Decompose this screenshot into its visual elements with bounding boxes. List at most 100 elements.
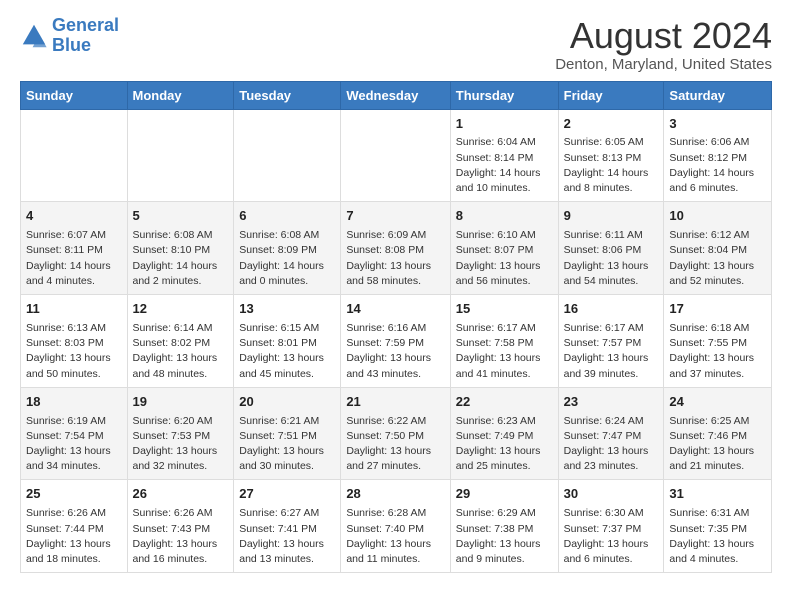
day-number: 16 <box>564 300 659 319</box>
day-info: Sunrise: 6:26 AMSunset: 7:44 PMDaylight:… <box>26 506 122 567</box>
calendar-cell: 17Sunrise: 6:18 AMSunset: 7:55 PMDayligh… <box>664 295 772 388</box>
day-number: 15 <box>456 300 553 319</box>
day-number: 1 <box>456 115 553 134</box>
calendar-cell: 6Sunrise: 6:08 AMSunset: 8:09 PMDaylight… <box>234 202 341 295</box>
calendar-cell: 15Sunrise: 6:17 AMSunset: 7:58 PMDayligh… <box>450 295 558 388</box>
calendar-cell: 9Sunrise: 6:11 AMSunset: 8:06 PMDaylight… <box>558 202 664 295</box>
calendar-week-1: 1Sunrise: 6:04 AMSunset: 8:14 PMDaylight… <box>21 109 772 202</box>
subtitle: Denton, Maryland, United States <box>555 56 772 73</box>
calendar-cell: 30 Sunrise: 6:30 AMSunset: 7:37 PMDayligh… <box>558 480 664 573</box>
day-info: Sunrise: 6:08 AMSunset: 8:10 PMDaylight:… <box>133 228 229 289</box>
day-info: Sunrise: 6:12 AMSunset: 8:04 PMDaylight:… <box>669 228 766 289</box>
day-info: Sunrise: 6:25 AMSunset: 7:46 PMDaylight:… <box>669 414 766 475</box>
day-number: 4 <box>26 207 122 226</box>
day-info: Sunrise: 6:06 AMSunset: 8:12 PMDaylight:… <box>669 135 766 196</box>
calendar-cell <box>341 109 450 202</box>
day-info: Sunrise: 6:21 AMSunset: 7:51 PMDaylight:… <box>239 414 335 475</box>
day-number: 27 <box>239 485 335 504</box>
day-info: Sunrise: 6:11 AMSunset: 8:06 PMDaylight:… <box>564 228 659 289</box>
calendar-cell: 8Sunrise: 6:10 AMSunset: 8:07 PMDaylight… <box>450 202 558 295</box>
day-info: Sunrise: 6:22 AMSunset: 7:50 PMDaylight:… <box>346 414 444 475</box>
calendar-header-row: SundayMondayTuesdayWednesdayThursdayFrid… <box>21 81 772 109</box>
calendar-week-5: 25 Sunrise: 6:26 AMSunset: 7:44 PMDayligh… <box>21 480 772 573</box>
calendar-header-monday: Monday <box>127 81 234 109</box>
day-info: Sunrise: 6:13 AMSunset: 8:03 PMDaylight:… <box>26 321 122 382</box>
logo-icon <box>20 22 48 50</box>
day-number: 30 <box>564 485 659 504</box>
calendar-cell: 24 Sunrise: 6:25 AMSunset: 7:46 PMDayligh… <box>664 387 772 480</box>
calendar-cell: 3Sunrise: 6:06 AMSunset: 8:12 PMDaylight… <box>664 109 772 202</box>
calendar-cell: 13 Sunrise: 6:15 AMSunset: 8:01 PMDayligh… <box>234 295 341 388</box>
day-info: Sunrise: 6:14 AMSunset: 8:02 PMDaylight:… <box>133 321 229 382</box>
day-info: Sunrise: 6:07 AMSunset: 8:11 PMDaylight:… <box>26 228 122 289</box>
day-info: Sunrise: 6:04 AMSunset: 8:14 PMDaylight:… <box>456 135 553 196</box>
calendar-cell: 26Sunrise: 6:26 AMSunset: 7:43 PMDayligh… <box>127 480 234 573</box>
calendar-cell: 7 Sunrise: 6:09 AMSunset: 8:08 PMDaylight… <box>341 202 450 295</box>
day-number: 29 <box>456 485 553 504</box>
day-number: 10 <box>669 207 766 226</box>
calendar-cell: 22 Sunrise: 6:23 AMSunset: 7:49 PMDayligh… <box>450 387 558 480</box>
calendar-cell: 25 Sunrise: 6:26 AMSunset: 7:44 PMDayligh… <box>21 480 128 573</box>
day-info: Sunrise: 6:28 AMSunset: 7:40 PMDaylight:… <box>346 506 444 567</box>
calendar-cell: 21 Sunrise: 6:22 AMSunset: 7:50 PMDayligh… <box>341 387 450 480</box>
calendar-cell: 18 Sunrise: 6:19 AMSunset: 7:54 PMDayligh… <box>21 387 128 480</box>
day-info: Sunrise: 6:09 AMSunset: 8:08 PMDaylight:… <box>346 228 444 289</box>
day-number: 22 <box>456 393 553 412</box>
day-number: 17 <box>669 300 766 319</box>
day-info: Sunrise: 6:24 AMSunset: 7:47 PMDaylight:… <box>564 414 659 475</box>
calendar-cell: 19Sunrise: 6:20 AMSunset: 7:53 PMDayligh… <box>127 387 234 480</box>
calendar-cell <box>127 109 234 202</box>
calendar-header-wednesday: Wednesday <box>341 81 450 109</box>
day-info: Sunrise: 6:29 AMSunset: 7:38 PMDaylight:… <box>456 506 553 567</box>
calendar-cell: 29 Sunrise: 6:29 AMSunset: 7:38 PMDayligh… <box>450 480 558 573</box>
calendar-cell: 20 Sunrise: 6:21 AMSunset: 7:51 PMDayligh… <box>234 387 341 480</box>
day-number: 7 <box>346 207 444 226</box>
day-info: Sunrise: 6:19 AMSunset: 7:54 PMDaylight:… <box>26 414 122 475</box>
day-number: 20 <box>239 393 335 412</box>
calendar-cell: 12 Sunrise: 6:14 AMSunset: 8:02 PMDayligh… <box>127 295 234 388</box>
day-info: Sunrise: 6:30 AMSunset: 7:37 PMDaylight:… <box>564 506 659 567</box>
calendar-header-tuesday: Tuesday <box>234 81 341 109</box>
day-number: 23 <box>564 393 659 412</box>
calendar-table: SundayMondayTuesdayWednesdayThursdayFrid… <box>20 81 772 574</box>
day-number: 3 <box>669 115 766 134</box>
page-header: General Blue August 2024 Denton, Marylan… <box>20 16 772 73</box>
day-number: 12 <box>133 300 229 319</box>
calendar-week-4: 18 Sunrise: 6:19 AMSunset: 7:54 PMDayligh… <box>21 387 772 480</box>
calendar-cell <box>21 109 128 202</box>
calendar-header-sunday: Sunday <box>21 81 128 109</box>
calendar-cell: 28 Sunrise: 6:28 AMSunset: 7:40 PMDayligh… <box>341 480 450 573</box>
day-info: Sunrise: 6:31 AMSunset: 7:35 PMDaylight:… <box>669 506 766 567</box>
title-block: August 2024 Denton, Maryland, United Sta… <box>555 16 772 73</box>
day-number: 24 <box>669 393 766 412</box>
calendar-cell: 31Sunrise: 6:31 AMSunset: 7:35 PMDayligh… <box>664 480 772 573</box>
day-info: Sunrise: 6:26 AMSunset: 7:43 PMDaylight:… <box>133 506 229 567</box>
calendar-week-3: 11 Sunrise: 6:13 AMSunset: 8:03 PMDayligh… <box>21 295 772 388</box>
calendar-cell: 23 Sunrise: 6:24 AMSunset: 7:47 PMDayligh… <box>558 387 664 480</box>
calendar-cell: 4 Sunrise: 6:07 AMSunset: 8:11 PMDaylight… <box>21 202 128 295</box>
logo-text: General Blue <box>52 16 119 56</box>
day-number: 11 <box>26 300 122 319</box>
day-number: 19 <box>133 393 229 412</box>
calendar-week-2: 4 Sunrise: 6:07 AMSunset: 8:11 PMDaylight… <box>21 202 772 295</box>
day-number: 28 <box>346 485 444 504</box>
calendar-header-saturday: Saturday <box>664 81 772 109</box>
day-number: 21 <box>346 393 444 412</box>
day-number: 18 <box>26 393 122 412</box>
calendar-cell: 14Sunrise: 6:16 AMSunset: 7:59 PMDayligh… <box>341 295 450 388</box>
main-title: August 2024 <box>555 16 772 56</box>
logo-line2: Blue <box>52 35 91 55</box>
logo: General Blue <box>20 16 119 56</box>
day-info: Sunrise: 6:23 AMSunset: 7:49 PMDaylight:… <box>456 414 553 475</box>
day-number: 2 <box>564 115 659 134</box>
calendar-header-friday: Friday <box>558 81 664 109</box>
calendar-cell: 2Sunrise: 6:05 AMSunset: 8:13 PMDaylight… <box>558 109 664 202</box>
day-info: Sunrise: 6:10 AMSunset: 8:07 PMDaylight:… <box>456 228 553 289</box>
calendar-cell: 5Sunrise: 6:08 AMSunset: 8:10 PMDaylight… <box>127 202 234 295</box>
day-number: 25 <box>26 485 122 504</box>
day-number: 13 <box>239 300 335 319</box>
day-info: Sunrise: 6:15 AMSunset: 8:01 PMDaylight:… <box>239 321 335 382</box>
calendar-cell: 27 Sunrise: 6:27 AMSunset: 7:41 PMDayligh… <box>234 480 341 573</box>
day-info: Sunrise: 6:27 AMSunset: 7:41 PMDaylight:… <box>239 506 335 567</box>
calendar-cell: 16Sunrise: 6:17 AMSunset: 7:57 PMDayligh… <box>558 295 664 388</box>
